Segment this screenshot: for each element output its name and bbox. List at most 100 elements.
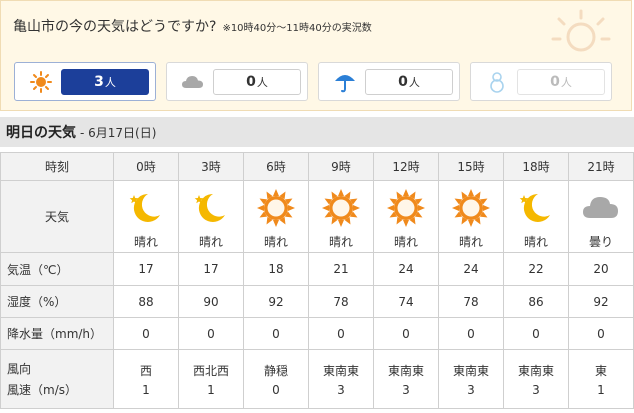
time-cell: 9時 — [308, 152, 374, 181]
humidity-value: 86 — [528, 294, 544, 309]
wind-cell: 東南東 3 — [503, 349, 569, 409]
humidity-value: 92 — [593, 294, 609, 309]
cloud-icon — [182, 76, 203, 88]
cloud-icon — [569, 188, 633, 228]
temperature-cell: 17 — [178, 252, 244, 286]
precipitation-value: 0 — [272, 326, 280, 341]
hourly-forecast-table: 時刻 0時 3時 6時 9時 12時 15時 18時 21時 天気 晴れ 晴れ 晴れ 晴れ 晴れ 晴れ 晴… — [0, 152, 634, 409]
wind-speed-value: 3 — [532, 382, 540, 397]
vote-snowy-button[interactable]: 0人 — [470, 62, 612, 101]
temperature-value: 24 — [463, 262, 479, 276]
time-cell: 0時 — [113, 152, 179, 181]
weather-label: 晴れ — [263, 234, 288, 249]
umbrella-icon — [335, 75, 355, 93]
precipitation-cell: 0 — [178, 317, 244, 350]
tomorrow-title: 明日の天気 — [6, 125, 76, 141]
weather-cell: 晴れ — [438, 180, 504, 253]
wind-speed-value: 3 — [402, 382, 410, 397]
temperature-value: 20 — [593, 262, 609, 276]
temperature-value: 17 — [138, 262, 154, 276]
vote-count: 3人 — [61, 69, 149, 95]
wind-cell: 西北西 1 — [178, 349, 244, 409]
precipitation-value: 0 — [467, 326, 475, 341]
precipitation-cell: 0 — [113, 317, 179, 350]
humidity-cell: 88 — [113, 285, 179, 318]
time-label: 15時 — [457, 160, 485, 174]
weather-label: 曇り — [588, 234, 613, 249]
time-label: 0時 — [136, 160, 156, 174]
moon-icon — [179, 188, 243, 228]
temperature-cell: 24 — [438, 252, 504, 286]
weather-cell: 晴れ — [503, 180, 569, 253]
wind-cell: 東南東 3 — [373, 349, 439, 409]
wind-row: 風向 風速（m/s） 西 1 西北西 1 静穏 0 東南東 3 東南東 3 東南東 3 東南東 3 東 1 — [0, 349, 634, 409]
humidity-cell: 74 — [373, 285, 439, 318]
wind-cell: 西1 — [113, 349, 179, 409]
weather-cell: 曇り — [568, 180, 634, 253]
temperature-value: 18 — [268, 262, 284, 276]
precipitation-row: 降水量（mm/h） 0 0 0 0 0 0 0 0 — [0, 317, 634, 350]
humidity-value: 90 — [203, 294, 219, 309]
wind-speed-value: 1 — [597, 382, 605, 397]
temperature-cell: 22 — [503, 252, 569, 286]
time-label: 9時 — [331, 160, 351, 174]
weather-cell: 晴れ — [308, 180, 374, 253]
vote-count: 0人 — [365, 69, 453, 95]
wind-cell: 東南東 3 — [308, 349, 374, 409]
precipitation-value: 0 — [532, 326, 540, 341]
wind-direction-value: 東南東 — [452, 363, 489, 378]
moon-icon — [114, 188, 178, 228]
temperature-cell: 24 — [373, 252, 439, 286]
wind-speed-value: 3 — [467, 382, 475, 397]
wind-speed-value: 0 — [272, 382, 280, 397]
wind-direction-value: 西 — [139, 363, 152, 378]
time-cell: 6時 — [243, 152, 309, 181]
wind-direction-value: 西北西 — [192, 363, 229, 378]
humidity-row: 湿度（%） 88 90 92 78 74 78 86 92 — [0, 285, 634, 318]
snowman-icon — [490, 72, 504, 93]
temperature-cell: 20 — [568, 252, 634, 286]
weather-label: 晴れ — [133, 234, 158, 249]
row-label-precipitation: 降水量（mm/h） — [0, 317, 114, 350]
temperature-cell: 17 — [113, 252, 179, 286]
vote-count: 0人 — [213, 69, 301, 95]
temperature-value: 22 — [528, 262, 544, 276]
wind-speed-value: 1 — [142, 382, 150, 397]
humidity-value: 78 — [333, 294, 349, 309]
wind-direction-value: 東南東 — [517, 363, 554, 378]
vote-count: 0人 — [517, 69, 605, 95]
weather-cell: 晴れ — [243, 180, 309, 253]
wind-cell: 東南東 3 — [438, 349, 504, 409]
vote-rainy-button[interactable]: 0人 — [318, 62, 460, 101]
temperature-cell: 18 — [243, 252, 309, 286]
wind-direction-value: 東 — [594, 363, 607, 378]
temperature-row: 気温（℃） 17 17 18 21 24 24 22 20 — [0, 252, 634, 286]
row-label-wind: 風向 風速（m/s） — [0, 349, 114, 409]
wind-direction-value: 東南東 — [387, 363, 424, 378]
wind-cell: 静穏 0 — [243, 349, 309, 409]
humidity-cell: 92 — [243, 285, 309, 318]
vote-cloudy-button[interactable]: 0人 — [166, 62, 308, 101]
weather-cell: 晴れ — [113, 180, 179, 253]
row-label-weather: 天気 — [0, 180, 114, 253]
time-label: 6時 — [266, 160, 286, 174]
weather-label: 晴れ — [393, 234, 418, 249]
temperature-cell: 21 — [308, 252, 374, 286]
row-label-temperature: 気温（℃） — [0, 252, 114, 286]
sun-icon — [439, 188, 503, 228]
moon-icon — [504, 188, 568, 228]
time-label: 3時 — [201, 160, 221, 174]
wind-direction-value: 静穏 — [263, 363, 288, 378]
vote-sunny-button[interactable]: 3人 — [14, 62, 156, 101]
wind-speed-value: 3 — [337, 382, 345, 397]
precipitation-value: 0 — [402, 326, 410, 341]
weather-row: 天気 晴れ 晴れ 晴れ 晴れ 晴れ 晴れ 晴れ 曇り — [0, 180, 634, 253]
row-label-time: 時刻 — [0, 152, 114, 181]
sun-icon — [374, 188, 438, 228]
tomorrow-forecast-header: 明日の天気 - 6月17日(日) — [0, 117, 634, 147]
row-label-humidity: 湿度（%） — [0, 285, 114, 318]
precipitation-cell: 0 — [568, 317, 634, 350]
temperature-value: 17 — [203, 262, 219, 276]
weather-cell: 晴れ — [373, 180, 439, 253]
time-label: 18時 — [522, 160, 550, 174]
